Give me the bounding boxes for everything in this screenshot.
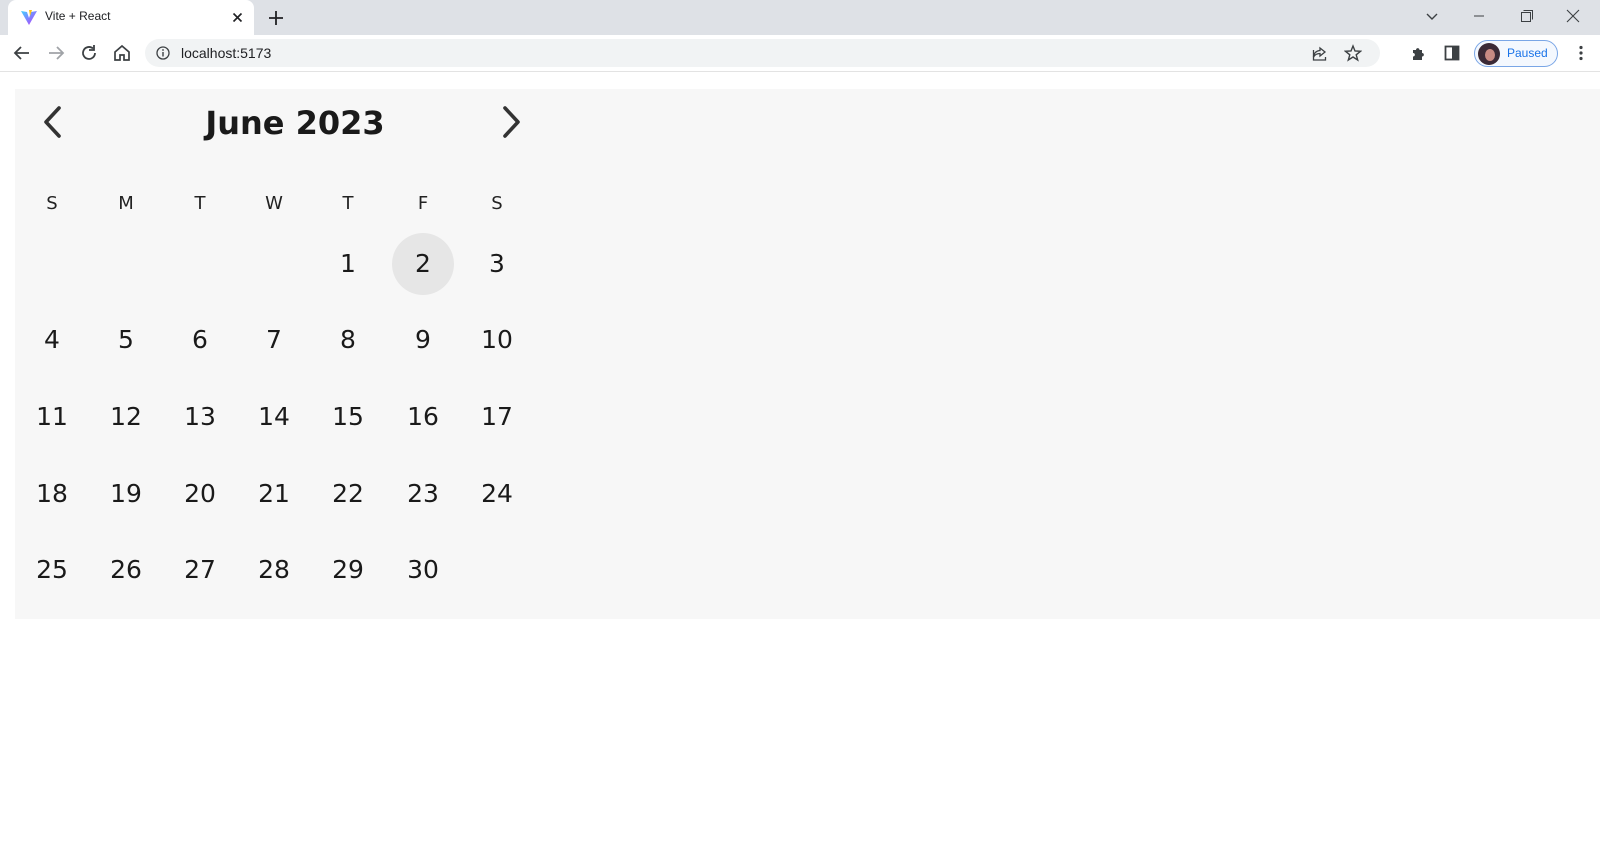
profile-status-label: Paused: [1507, 46, 1548, 60]
more-vertical-icon[interactable]: [1572, 44, 1590, 62]
day-cell[interactable]: 4: [21, 309, 83, 371]
day-cell[interactable]: 3: [466, 233, 528, 295]
info-icon[interactable]: [156, 46, 170, 60]
day-cell-selected[interactable]: 2: [392, 233, 454, 295]
day-cell[interactable]: 30: [392, 539, 454, 601]
weekday-label: T: [342, 193, 354, 214]
day-cell[interactable]: 17: [466, 386, 528, 448]
chevron-left-icon[interactable]: [37, 103, 71, 141]
window-close-icon[interactable]: [1550, 0, 1596, 32]
day-cell[interactable]: 10: [466, 309, 528, 371]
weekday-label: F: [417, 193, 429, 214]
day-cell[interactable]: 13: [169, 386, 231, 448]
day-cell[interactable]: 29: [317, 539, 379, 601]
day-cell[interactable]: 15: [317, 386, 379, 448]
day-cell[interactable]: 9: [392, 309, 454, 371]
weekday-label: S: [491, 193, 503, 214]
minimize-icon[interactable]: [1456, 0, 1502, 32]
day-cell[interactable]: 18: [21, 463, 83, 525]
weekday-label: W: [265, 193, 283, 214]
reload-icon[interactable]: [77, 41, 101, 65]
share-icon[interactable]: [1311, 45, 1328, 62]
tab-title: Vite + React: [45, 9, 111, 23]
month-year-title: June 2023: [205, 104, 385, 142]
day-cell[interactable]: 16: [392, 386, 454, 448]
day-cell[interactable]: 12: [95, 386, 157, 448]
home-icon[interactable]: [110, 41, 134, 65]
vite-logo-icon: [21, 10, 37, 25]
calendar: June 2023 SMTWTFS 1 2 3 4 5 6 7 8 9 10 11 12 13 14 15 1…: [15, 89, 1600, 619]
day-cell[interactable]: 24: [466, 463, 528, 525]
side-panel-icon[interactable]: [1443, 44, 1461, 62]
weekday-label: M: [118, 193, 134, 214]
day-cell[interactable]: 25: [21, 539, 83, 601]
avatar: [1478, 43, 1500, 65]
browser-toolbar: localhost:5173 Paused: [0, 35, 1600, 72]
restore-icon[interactable]: [1503, 0, 1549, 32]
day-cell[interactable]: 26: [95, 539, 157, 601]
day-cell[interactable]: 11: [21, 386, 83, 448]
day-cell[interactable]: 6: [169, 309, 231, 371]
day-cell[interactable]: 5: [95, 309, 157, 371]
address-bar[interactable]: localhost:5173: [145, 39, 1380, 67]
day-cell[interactable]: 8: [317, 309, 379, 371]
back-arrow-icon[interactable]: [10, 41, 34, 65]
weekday-label: S: [46, 193, 58, 214]
browser-tab-active[interactable]: Vite + React: [8, 0, 254, 35]
day-cell[interactable]: 14: [243, 386, 305, 448]
url-text[interactable]: localhost:5173: [181, 45, 271, 61]
extensions-puzzle-icon[interactable]: [1410, 44, 1428, 62]
forward-arrow-icon[interactable]: [44, 41, 68, 65]
day-cell[interactable]: 27: [169, 539, 231, 601]
chevron-right-icon[interactable]: [493, 103, 527, 141]
profile-button[interactable]: Paused: [1474, 40, 1558, 67]
day-cell[interactable]: 7: [243, 309, 305, 371]
day-cell[interactable]: 21: [243, 463, 305, 525]
bookmark-star-icon[interactable]: [1344, 44, 1362, 62]
chevron-down-icon[interactable]: [1424, 8, 1440, 24]
day-cell[interactable]: 23: [392, 463, 454, 525]
day-cell[interactable]: 22: [317, 463, 379, 525]
day-cell[interactable]: 28: [243, 539, 305, 601]
day-cell[interactable]: 19: [95, 463, 157, 525]
new-tab-plus-icon[interactable]: [266, 8, 286, 28]
close-icon[interactable]: [230, 10, 245, 25]
day-cell[interactable]: 20: [169, 463, 231, 525]
weekday-label: T: [194, 193, 206, 214]
day-cell[interactable]: 1: [317, 233, 379, 295]
browser-tabstrip: Vite + React: [0, 0, 1600, 35]
